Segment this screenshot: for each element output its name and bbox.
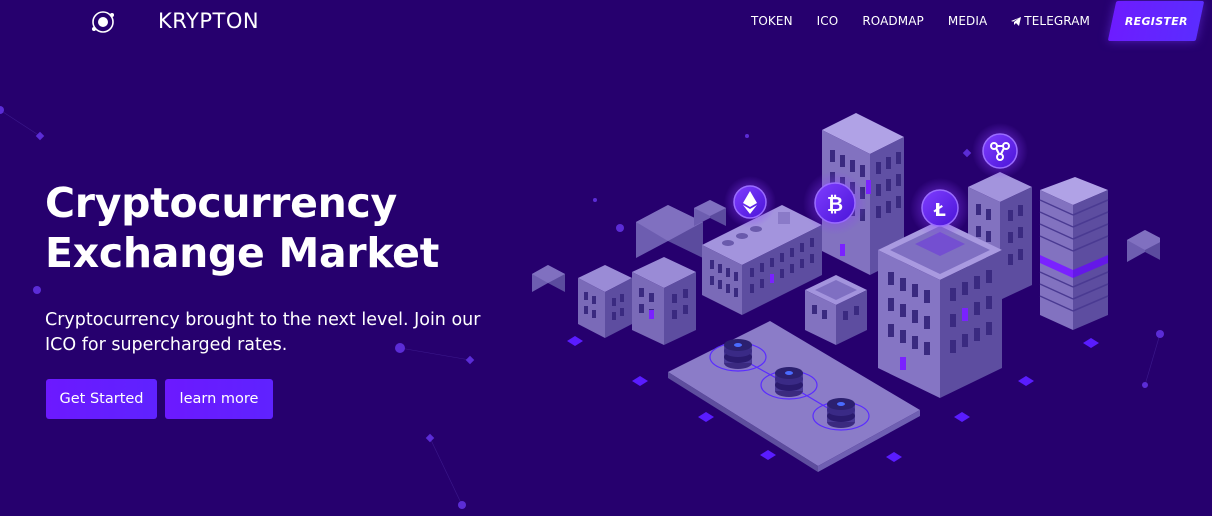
telegram-icon	[1011, 16, 1022, 26]
nav-token[interactable]: TOKEN	[751, 14, 793, 28]
nav-telegram[interactable]: TELEGRAM	[1011, 14, 1090, 28]
svg-text:₿: ₿	[827, 192, 843, 216]
ethereum-coin-icon	[724, 176, 776, 228]
hero-title: Cryptocurrency Exchange Market	[45, 178, 439, 278]
register-label: REGISTER	[1124, 14, 1188, 28]
ripple-coin-icon	[972, 123, 1028, 179]
top-navigation: TOKEN ICO ROADMAP MEDIA TELEGRAM REGISTE…	[727, 0, 1212, 42]
hero-title-line-2: Exchange Market	[45, 229, 439, 277]
bitcoin-coin-icon: ₿	[803, 171, 867, 235]
learn-more-button[interactable]: learn more	[165, 379, 273, 419]
get-started-button[interactable]: Get Started	[46, 379, 157, 419]
register-button[interactable]: REGISTER	[1107, 1, 1205, 41]
atom-logo-icon[interactable]	[90, 9, 116, 35]
crypto-city-illustration: ₿ Ł	[532, 113, 1160, 472]
hero-subtitle: Cryptocurrency brought to the next level…	[45, 310, 481, 355]
nav-telegram-label: TELEGRAM	[1024, 14, 1090, 28]
nav-roadmap[interactable]: ROADMAP	[862, 14, 924, 28]
nav-media[interactable]: MEDIA	[948, 14, 987, 28]
nav-ico[interactable]: ICO	[817, 14, 839, 28]
litecoin-coin-icon: Ł	[910, 178, 970, 238]
hero-title-line-1: Cryptocurrency	[45, 179, 397, 227]
brand-name[interactable]: KRYPTON	[158, 9, 259, 33]
svg-text:Ł: Ł	[933, 200, 946, 221]
